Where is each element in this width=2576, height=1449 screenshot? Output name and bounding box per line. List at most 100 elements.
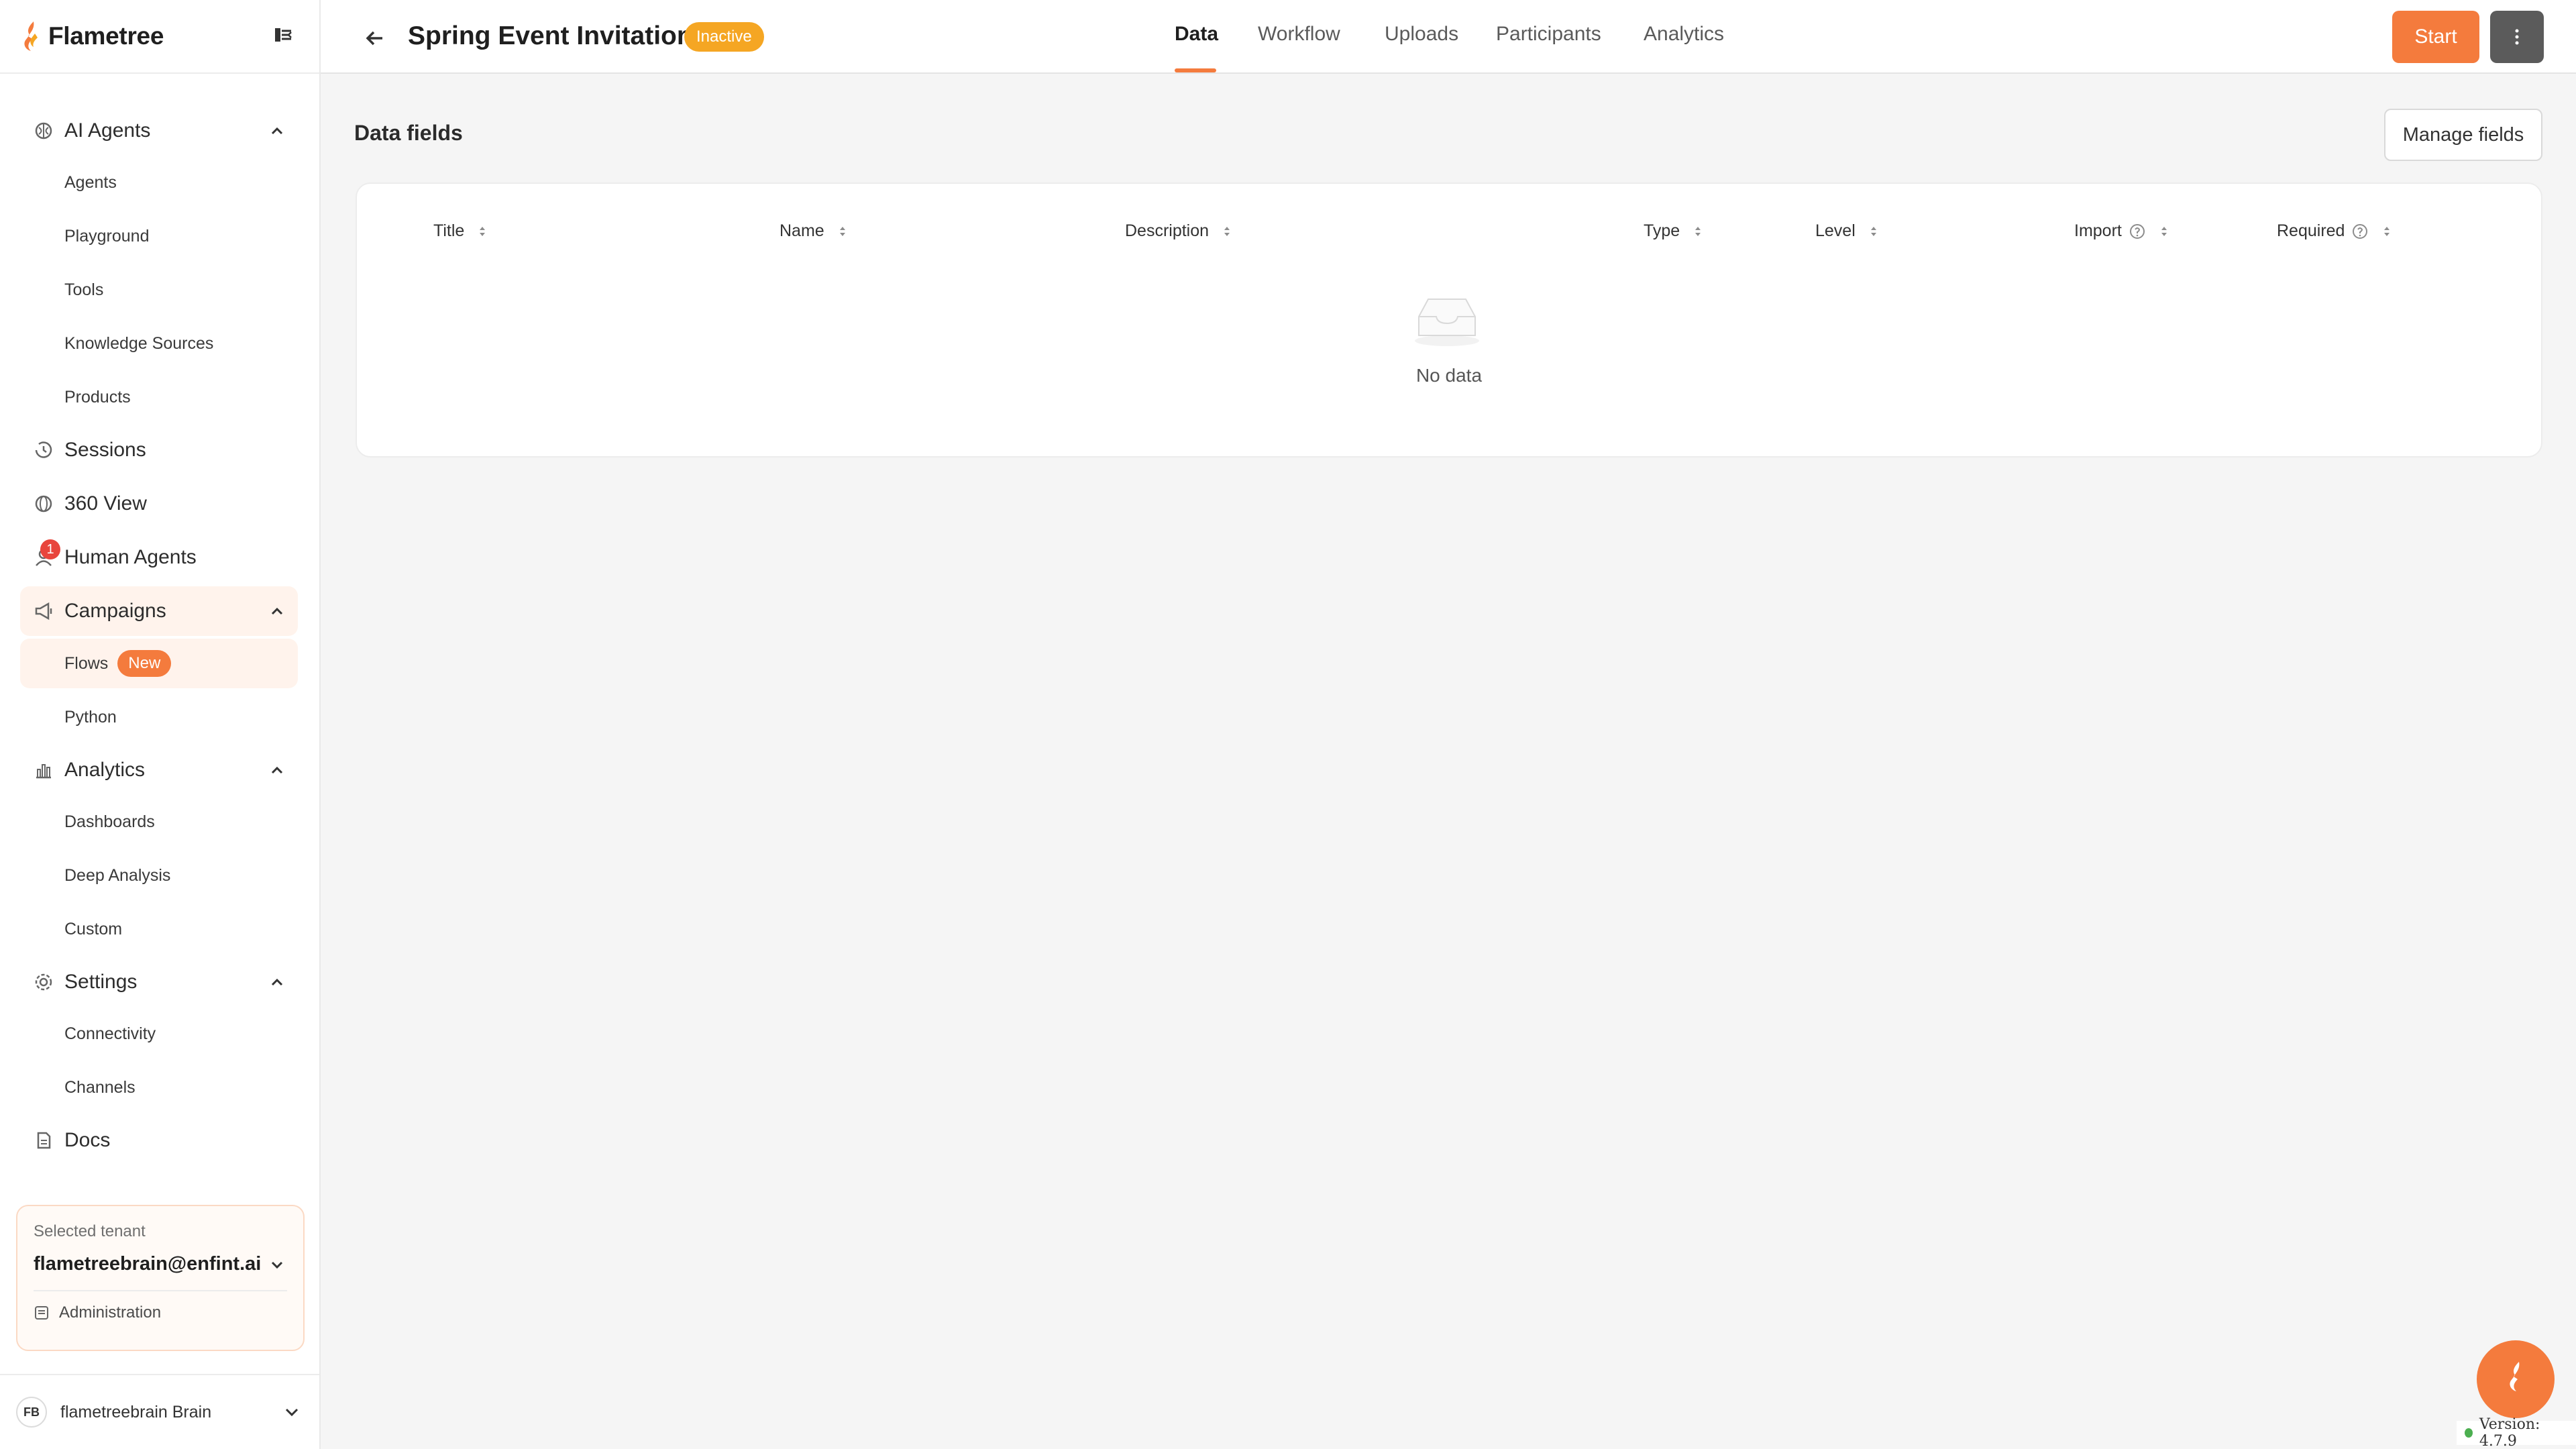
chevron-up-icon <box>271 127 283 135</box>
active-tab-indicator <box>1175 68 1216 72</box>
sidebar-item-label: Flows <box>64 653 109 673</box>
administration-label: Administration <box>59 1303 162 1322</box>
tab-workflow[interactable]: Workflow <box>1258 23 1340 46</box>
sidebar-item-connectivity[interactable]: Connectivity <box>20 1009 298 1059</box>
status-dot <box>2465 1428 2473 1438</box>
chevron-down-icon <box>271 1261 283 1269</box>
more-options-button[interactable] <box>2490 11 2544 63</box>
column-header-name[interactable]: Name <box>780 221 847 241</box>
sidebar-item-label: Docs <box>64 1129 111 1151</box>
sidebar-item-label: Deep Analysis <box>64 865 171 885</box>
tab-analytics[interactable]: Analytics <box>1644 23 1724 46</box>
flametree-chat-icon <box>2510 1362 2520 1391</box>
chevron-up-icon <box>271 607 283 615</box>
account-name: flametreebrain Brain <box>60 1402 212 1421</box>
chevron-down-icon <box>285 1408 299 1417</box>
chat-assistant-button[interactable] <box>2477 1340 2555 1418</box>
section-title: Data fields <box>354 121 463 145</box>
sidebar-item-python[interactable]: Python <box>20 692 298 742</box>
sidebar-item-ai-agents[interactable]: AI Agents <box>20 106 298 156</box>
sidebar-item-playground[interactable]: Playground <box>20 211 298 261</box>
column-label: Description <box>1125 221 1210 240</box>
column-header-import[interactable]: Import <box>2074 221 2169 241</box>
sidebar-item-label: Settings <box>64 971 138 993</box>
sidebar-item-label: Custom <box>64 919 123 938</box>
sidebar-item-label: Human Agents <box>64 546 197 568</box>
column-header-description[interactable]: Description <box>1125 221 1232 241</box>
sidebar-item-human-agents[interactable]: 1 Human Agents <box>20 533 298 582</box>
sidebar-item-label: Campaigns <box>64 600 166 622</box>
column-header-title[interactable]: Title <box>433 221 487 241</box>
version-indicator: Version: 4.7.9 <box>2457 1416 2576 1449</box>
tenant-caption: Selected tenant <box>34 1222 146 1240</box>
tab-participants[interactable]: Participants <box>1496 23 1601 46</box>
sidebar-item-label: Python <box>64 707 117 727</box>
globe-icon <box>35 495 52 513</box>
notification-badge: 1 <box>40 539 60 559</box>
sidebar-item-analytics[interactable]: Analytics <box>20 745 298 795</box>
tenant-dropdown[interactable]: flametreebrain@enfint.ai <box>34 1253 287 1291</box>
column-header-required[interactable]: Required <box>2277 221 2392 241</box>
help-circle-icon[interactable] <box>2351 223 2369 240</box>
back-arrow-icon[interactable] <box>362 25 388 51</box>
tab-data[interactable]: Data <box>1175 23 1218 46</box>
collapse-sidebar-icon[interactable] <box>271 23 295 47</box>
sidebar-item-label: Products <box>64 387 131 407</box>
sort-icon <box>480 226 486 236</box>
sidebar-item-flows[interactable]: Flows New <box>20 639 298 688</box>
sidebar-item-channels[interactable]: Channels <box>20 1063 298 1112</box>
account-menu[interactable]: FB flametreebrain Brain <box>0 1374 319 1449</box>
sidebar-item-label: Tools <box>64 280 104 299</box>
avatar: FB <box>16 1397 47 1428</box>
gear-icon <box>35 973 52 991</box>
start-button[interactable]: Start <box>2392 11 2479 63</box>
chevron-up-icon <box>271 766 283 774</box>
sidebar-item-dashboards[interactable]: Dashboards <box>20 797 298 847</box>
history-icon <box>35 441 52 458</box>
tenant-selector: Selected tenant flametreebrain@enfint.ai… <box>16 1205 305 1351</box>
column-label: Type <box>1644 221 1680 240</box>
sidebar-item-label: Sessions <box>64 439 146 461</box>
sort-icon <box>2384 226 2390 236</box>
sort-icon <box>2161 226 2167 236</box>
chevron-up-icon <box>271 978 283 986</box>
sidebar: Flametree AI Agents Agents Playground To… <box>0 0 321 1449</box>
tenant-name: flametreebrain@enfint.ai <box>34 1253 262 1275</box>
page-title: Spring Event Invitations <box>408 21 708 50</box>
more-vertical-icon <box>2515 29 2519 45</box>
empty-inbox-icon <box>1415 299 1479 346</box>
sidebar-item-label: 360 View <box>64 492 147 515</box>
column-label: Name <box>780 221 824 240</box>
sidebar-item-products[interactable]: Products <box>20 372 298 422</box>
tab-uploads[interactable]: Uploads <box>1385 23 1458 46</box>
sidebar-item-label: Playground <box>64 226 150 246</box>
admin-icon <box>35 1306 48 1320</box>
sidebar-item-knowledge-sources[interactable]: Knowledge Sources <box>20 319 298 368</box>
empty-state-text: No data <box>1415 365 1483 386</box>
sort-icon <box>1695 226 1701 236</box>
sort-icon <box>1224 226 1230 236</box>
manage-fields-button[interactable]: Manage fields <box>2384 109 2542 161</box>
sidebar-item-label: Connectivity <box>64 1024 156 1043</box>
data-fields-table: Title Name Description Type Level Import… <box>356 182 2542 458</box>
administration-link[interactable]: Administration <box>34 1303 287 1322</box>
sidebar-item-sessions[interactable]: Sessions <box>20 425 298 475</box>
megaphone-icon <box>35 602 52 621</box>
column-label: Title <box>433 221 465 240</box>
column-header-type[interactable]: Type <box>1644 221 1703 241</box>
column-header-level[interactable]: Level <box>1815 221 1878 241</box>
sidebar-item-label: Knowledge Sources <box>64 333 214 353</box>
sidebar-item-campaigns[interactable]: Campaigns <box>20 586 298 636</box>
status-badge: Inactive <box>684 22 764 52</box>
sidebar-item-agents[interactable]: Agents <box>20 158 298 207</box>
sidebar-item-label: Channels <box>64 1077 136 1097</box>
sidebar-item-deep-analysis[interactable]: Deep Analysis <box>20 851 298 900</box>
sort-icon <box>839 226 845 236</box>
version-text: Version: 4.7.9 <box>2479 1416 2540 1449</box>
sidebar-item-360-view[interactable]: 360 View <box>20 479 298 529</box>
sidebar-item-settings[interactable]: Settings <box>20 957 298 1007</box>
sidebar-item-tools[interactable]: Tools <box>20 265 298 315</box>
help-circle-icon[interactable] <box>2129 223 2146 240</box>
sidebar-item-docs[interactable]: Docs <box>20 1116 298 1165</box>
sidebar-item-custom[interactable]: Custom <box>20 904 298 954</box>
